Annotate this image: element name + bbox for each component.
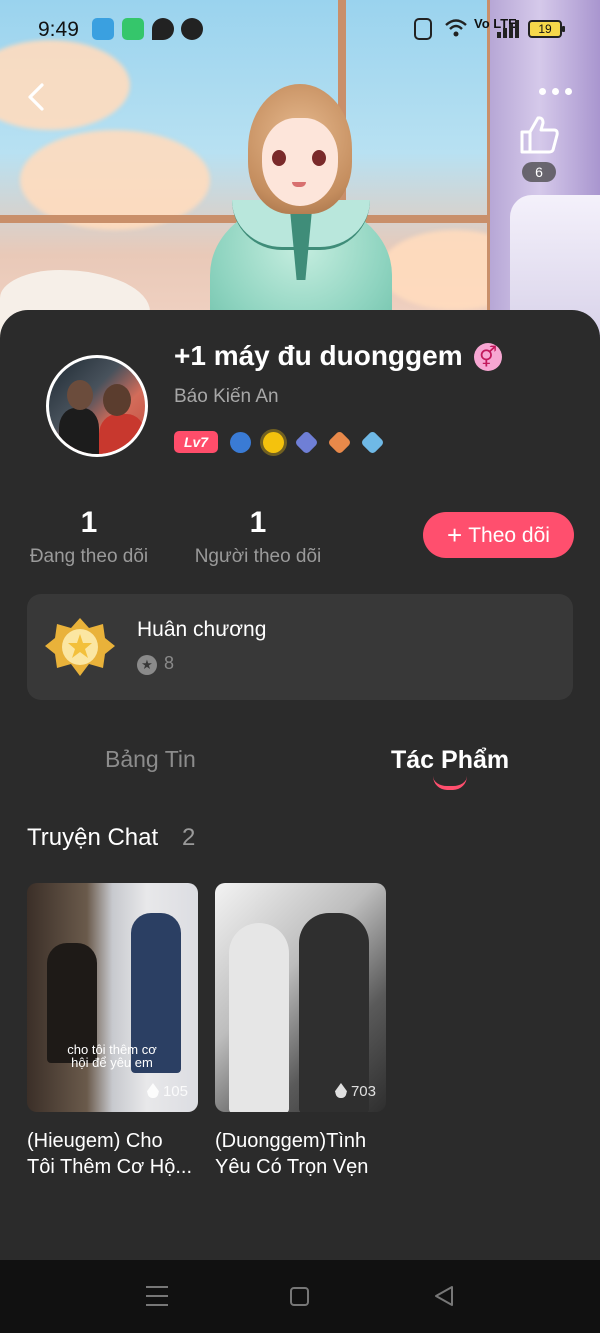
vibrate-icon — [414, 18, 432, 40]
followers-label: Người theo dõi — [194, 546, 322, 567]
story-caption: cho tôi thêm cơ hội để yêu em — [67, 1042, 157, 1070]
honor-panel[interactable]: Huân chương ★ 8 — [27, 594, 573, 700]
app-notification-icon — [92, 18, 114, 40]
honor-title: Huân chương — [137, 618, 267, 641]
story-thumbnail[interactable]: cho tôi thêm cơ hội để yêu em 105 — [27, 883, 198, 1112]
profile-subname: Báo Kiến An — [174, 386, 279, 407]
story-card[interactable]: 703 (Duonggem)Tình Yêu Có Trọn Vẹn — [215, 883, 386, 1180]
signal-icon — [497, 20, 519, 38]
honor-count: 8 — [164, 653, 175, 673]
follow-button-label: Theo dõi — [468, 524, 550, 547]
section-count: 2 — [182, 824, 196, 851]
story-title: (Hieugem) Cho Tôi Thêm Cơ Hộ... — [27, 1130, 193, 1178]
medal-icon — [45, 618, 115, 676]
status-bar: 9:49 Vo LTE 19 — [0, 0, 600, 58]
story-title: (Duonggem)Tình Yêu Có Trọn Vẹn — [215, 1130, 369, 1178]
female-gender-icon: ⚥ — [474, 343, 502, 371]
following-label: Đang theo dõi — [29, 546, 149, 567]
avatar[interactable] — [46, 355, 148, 457]
home-icon[interactable] — [290, 1287, 309, 1306]
like-count: 6 — [522, 162, 556, 182]
badge-row: Lv7 — [174, 429, 385, 455]
profile-card: +1 máy đu duonggem ⚥ Báo Kiến An Lv7 1 Đ… — [0, 310, 600, 1260]
story-thumbnail[interactable]: 703 — [215, 883, 386, 1112]
wifi-icon — [445, 19, 467, 37]
recent-apps-icon[interactable] — [146, 1286, 168, 1306]
medal-icon[interactable] — [263, 431, 284, 453]
fire-icon — [146, 1083, 159, 1098]
story-card[interactable]: cho tôi thêm cơ hội để yêu em 105 (Hieug… — [27, 883, 198, 1180]
avatar-character-eye — [312, 150, 326, 166]
follow-button[interactable]: + Theo dõi — [423, 512, 574, 558]
tab-news-feed[interactable]: Bảng Tin — [105, 746, 196, 773]
thumbs-up-icon[interactable] — [516, 112, 562, 158]
tiktok-icon — [152, 18, 174, 40]
battery-icon: 19 — [528, 20, 565, 38]
level-badge[interactable]: Lv7 — [174, 431, 218, 453]
view-count: 105 — [146, 1083, 188, 1100]
app-notification-icon — [181, 18, 203, 40]
profile-name: +1 máy đu duonggem — [174, 340, 463, 371]
view-count: 703 — [334, 1083, 376, 1100]
active-tab-indicator — [433, 776, 467, 790]
fire-icon — [334, 1083, 347, 1098]
medal-icon[interactable] — [230, 431, 251, 453]
medal-icon[interactable] — [327, 429, 352, 455]
system-navigation-bar — [0, 1260, 600, 1333]
avatar-character-eye — [272, 150, 286, 166]
following-stat[interactable]: 1 Đang theo dõi — [27, 506, 151, 568]
followers-stat[interactable]: 1 Người theo dõi — [192, 506, 324, 568]
status-time: 9:49 — [38, 18, 79, 41]
back-icon[interactable] — [24, 82, 50, 112]
plus-icon: + — [447, 520, 463, 550]
more-options-icon[interactable] — [539, 88, 572, 95]
app-notification-icon — [122, 18, 144, 40]
medal-icon[interactable] — [360, 429, 385, 455]
back-triangle-icon[interactable] — [432, 1284, 456, 1308]
section-title: Truyện Chat — [27, 824, 159, 851]
followers-count: 1 — [249, 506, 267, 539]
medal-icon[interactable] — [294, 429, 319, 455]
tab-works[interactable]: Tác Phẩm — [391, 746, 509, 775]
following-count: 1 — [80, 506, 98, 539]
star-icon: ★ — [137, 655, 157, 675]
